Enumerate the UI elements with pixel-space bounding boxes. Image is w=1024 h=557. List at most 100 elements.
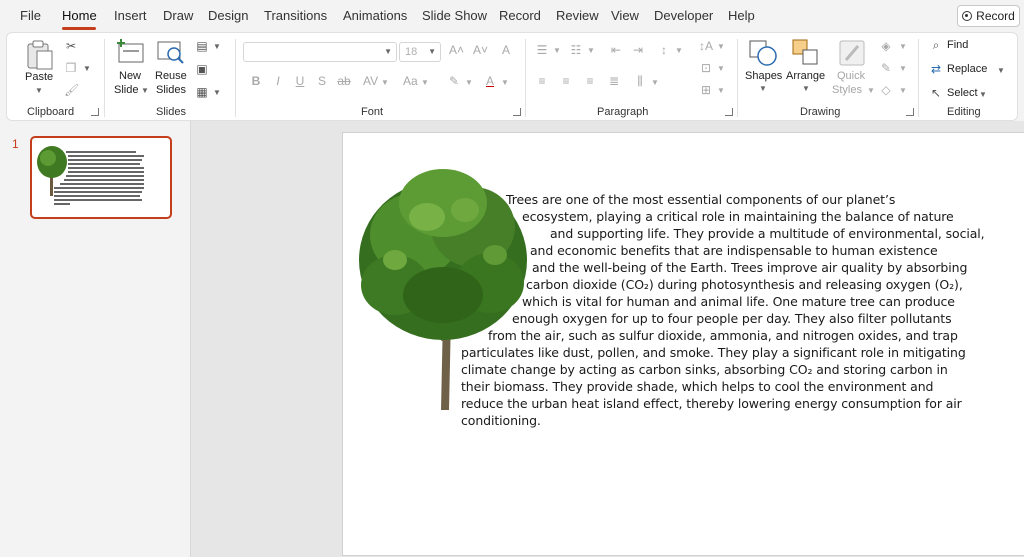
line-spacing-chevron-icon[interactable]: ▼ [675,46,683,55]
tab-animations[interactable]: Animations [343,8,407,23]
font-name-chevron-icon: ▼ [384,47,392,56]
italic-icon[interactable]: I [271,74,285,88]
character-spacing-icon[interactable]: AV [363,74,378,88]
change-case-icon[interactable]: Aa [403,74,418,88]
layout-chevron-icon[interactable]: ▼ [213,42,221,51]
tab-draw[interactable]: Draw [163,8,193,23]
underline-icon[interactable]: U [293,74,307,88]
numbering-chevron-icon[interactable]: ▼ [587,46,595,55]
replace-chevron-icon[interactable]: ▼ [997,66,1005,75]
align-text-chevron-icon[interactable]: ▼ [717,64,725,73]
strikethrough-icon[interactable]: ab [337,74,351,88]
numbering-icon[interactable]: ☷ [569,43,583,57]
columns-chevron-icon[interactable]: ▼ [651,78,659,87]
bullets-icon[interactable]: ☰ [535,43,549,57]
text-direction-chevron-icon[interactable]: ▼ [717,42,725,51]
smartart-chevron-icon[interactable]: ▼ [717,86,725,95]
replace-button[interactable]: Replace [947,63,987,75]
tab-file[interactable]: File [20,8,41,23]
find-button[interactable]: Find [947,39,968,51]
select-icon[interactable]: ↖ [929,86,943,100]
new-slide-label: New [119,70,142,82]
tab-developer[interactable]: Developer [654,8,713,23]
text-direction-icon[interactable]: ↕A [699,39,713,53]
decrease-font-icon[interactable]: A˅ [473,43,488,57]
drawing-launcher-icon[interactable] [906,108,914,116]
shapes-chevron-icon[interactable]: ▼ [759,84,767,93]
select-chevron-icon[interactable]: ▼ [979,90,987,99]
font-color-chevron-icon[interactable]: ▼ [501,78,509,87]
line-spacing-icon[interactable]: ↕ [657,43,671,57]
layout-icon[interactable]: ▤ [195,39,209,53]
bullets-chevron-icon[interactable]: ▼ [553,46,561,55]
shape-outline-icon[interactable]: ✎ [879,61,893,75]
quick-styles-label: Quick [837,70,866,82]
tab-help[interactable]: Help [728,8,755,23]
columns-icon[interactable]: ⫼ [633,74,647,88]
quick-styles-chevron-icon[interactable]: ▼ [867,86,875,95]
reset-slide-icon[interactable]: ▣ [195,62,209,76]
font-size-combo[interactable]: 18 ▼ [399,42,441,62]
quick-styles-button[interactable] [837,38,867,71]
bold-icon[interactable]: B [249,74,263,88]
reuse-slides-button[interactable] [156,38,186,69]
arrange-button[interactable] [791,38,821,71]
tab-insert[interactable]: Insert [114,8,147,23]
tab-review[interactable]: Review [556,8,599,23]
arrange-chevron-icon[interactable]: ▼ [802,84,810,93]
font-launcher-icon[interactable] [513,108,521,116]
section-chevron-icon[interactable]: ▼ [213,88,221,97]
shape-effects-chevron-icon[interactable]: ▼ [899,86,907,95]
slide-thumbnail[interactable] [30,136,172,219]
select-button[interactable]: Select [947,87,978,99]
find-icon[interactable]: ⌕ [929,38,943,52]
paste-chevron-icon[interactable]: ▼ [35,86,43,95]
paste-button[interactable] [25,39,55,74]
slide-text-line: Trees are one of the most essential comp… [506,192,896,207]
new-slide-chevron-icon[interactable]: ▼ [141,86,149,95]
decrease-indent-icon[interactable]: ⇤ [609,43,623,57]
shape-effects-icon[interactable]: ◇ [879,83,893,97]
character-spacing-chevron-icon[interactable]: ▼ [381,78,389,87]
clipboard-launcher-icon[interactable] [91,108,99,116]
slide-number: 1 [12,137,19,151]
justify-icon[interactable]: ≣ [607,74,621,88]
copy-icon[interactable]: ❐ [64,61,78,75]
tab-slide-show[interactable]: Slide Show [422,8,487,23]
shape-outline-chevron-icon[interactable]: ▼ [899,64,907,73]
tab-view[interactable]: View [611,8,639,23]
increase-font-icon[interactable]: A˄ [449,43,464,57]
shapes-button[interactable] [747,38,779,71]
change-case-chevron-icon[interactable]: ▼ [421,78,429,87]
format-painter-icon[interactable]: 🖌 [64,83,79,97]
shape-fill-icon[interactable]: ◈ [879,39,893,53]
clear-formatting-icon[interactable]: A [499,43,513,57]
align-left-icon[interactable]: ≡ [535,74,549,88]
copy-chevron-icon[interactable]: ▼ [83,64,91,73]
tab-home[interactable]: Home [62,8,97,23]
highlight-icon[interactable]: ✎ [447,74,461,88]
tab-record[interactable]: Record [499,8,541,23]
shadow-icon[interactable]: S [315,74,329,88]
font-color-icon[interactable]: A [483,74,497,88]
section-icon[interactable]: ▦ [195,85,209,99]
paragraph-launcher-icon[interactable] [725,108,733,116]
align-right-icon[interactable]: ≡ [583,74,597,88]
active-tab-indicator [62,27,96,30]
align-text-icon[interactable]: ⊡ [699,61,713,75]
highlight-chevron-icon[interactable]: ▼ [465,78,473,87]
font-name-combo[interactable]: ▼ [243,42,397,62]
align-center-icon[interactable]: ≡ [559,74,573,88]
tab-transitions[interactable]: Transitions [264,8,327,23]
cut-icon[interactable]: ✂ [64,39,78,53]
new-slide-button[interactable] [115,38,145,69]
tree-image[interactable] [355,165,531,415]
shape-fill-chevron-icon[interactable]: ▼ [899,42,907,51]
tab-design[interactable]: Design [208,8,248,23]
smartart-icon[interactable]: ⊞ [699,83,713,97]
reuse-slides-icon [157,41,184,64]
record-button-label: Record [976,9,1015,23]
record-button[interactable]: Record [957,5,1020,27]
replace-icon[interactable]: ⇄ [929,62,943,76]
increase-indent-icon[interactable]: ⇥ [631,43,645,57]
